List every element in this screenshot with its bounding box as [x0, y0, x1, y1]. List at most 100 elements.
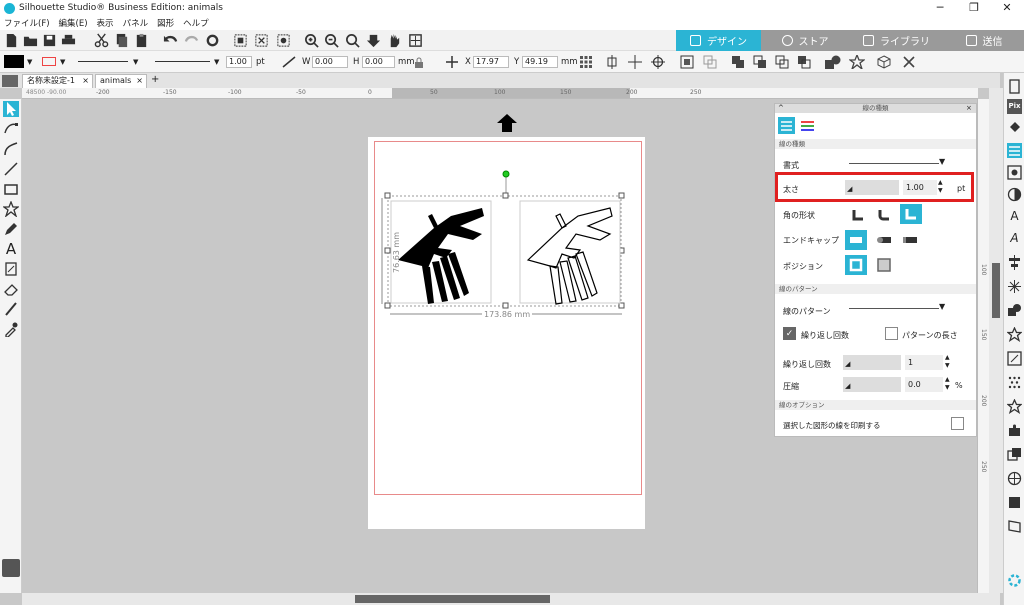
scroll-thumb[interactable]: [355, 595, 550, 603]
chevron-down-icon[interactable]: ▼: [214, 58, 219, 66]
corner-miter-icon[interactable]: [847, 205, 869, 225]
select-icon[interactable]: [276, 33, 291, 48]
y-input[interactable]: 49.19: [522, 56, 558, 68]
library-panel-icon[interactable]: [1007, 519, 1022, 534]
tab-send[interactable]: 送信: [944, 30, 1024, 51]
import-icon[interactable]: [2, 559, 20, 577]
copy-icon[interactable]: [114, 33, 129, 48]
ungroup-icon[interactable]: [703, 55, 717, 69]
vertical-scrollbar[interactable]: [989, 88, 1003, 593]
sketch-tool-icon[interactable]: [3, 261, 19, 277]
chevron-down-icon[interactable]: ▼: [133, 58, 138, 66]
weld-icon[interactable]: [731, 55, 745, 69]
refresh-icon[interactable]: [205, 33, 220, 48]
transform-icon[interactable]: [1007, 351, 1022, 366]
line-width-preview[interactable]: [155, 61, 210, 62]
cut-icon[interactable]: [94, 33, 109, 48]
close-panel-icon[interactable]: ×: [966, 104, 972, 113]
spinner-icon[interactable]: ▲ ▼: [945, 376, 950, 392]
chevron-down-icon[interactable]: ▼: [939, 302, 945, 311]
menu-help[interactable]: ヘルプ: [183, 17, 209, 29]
knife-tool-icon[interactable]: [3, 301, 19, 317]
pen-tool-icon[interactable]: [3, 221, 19, 237]
eraser-tool-icon[interactable]: [3, 281, 19, 297]
zoom-out-icon[interactable]: [324, 33, 339, 48]
fill-icon[interactable]: [1007, 121, 1022, 136]
eyedropper-tool-icon[interactable]: [3, 321, 19, 338]
3d-box-icon[interactable]: [876, 55, 892, 69]
close-tab-icon[interactable]: ×: [82, 75, 89, 87]
cap-round-icon[interactable]: [873, 230, 895, 250]
tab-design[interactable]: デザイン: [676, 30, 761, 51]
emboss-icon[interactable]: [1007, 495, 1022, 510]
cap-butt-icon[interactable]: [845, 230, 867, 250]
compress-input[interactable]: 0.0: [905, 377, 943, 392]
selection-box[interactable]: 76.63 mm 173.86 mm: [378, 168, 630, 328]
delete-icon[interactable]: [902, 55, 916, 69]
collapse-icon[interactable]: ^: [778, 104, 784, 113]
add-tab-icon[interactable]: +: [151, 74, 159, 85]
close-tab-icon[interactable]: ×: [136, 75, 143, 87]
dots-icon[interactable]: [1007, 375, 1022, 390]
line-style-icon[interactable]: [1007, 143, 1022, 158]
corner-round-icon[interactable]: [873, 205, 895, 225]
move-down-icon[interactable]: [366, 33, 381, 48]
line-width-input[interactable]: 1.00: [226, 56, 252, 68]
color-line-tab-icon[interactable]: [800, 118, 815, 133]
layers-icon[interactable]: [1007, 447, 1022, 462]
crosshair-icon[interactable]: [651, 55, 665, 69]
doc-tab-animals[interactable]: animals ×: [95, 74, 147, 88]
puzzle-icon[interactable]: [1007, 423, 1022, 438]
chevron-down-icon[interactable]: ▼: [60, 58, 65, 66]
hand-icon[interactable]: [387, 33, 402, 48]
paste-icon[interactable]: [134, 33, 149, 48]
close-icon[interactable]: ✕: [990, 0, 1024, 16]
undo-icon[interactable]: [163, 33, 178, 48]
intersect-icon[interactable]: [775, 55, 789, 69]
doc-tab-untitled[interactable]: 名称未設定-1 ×: [22, 74, 93, 88]
position-center-icon[interactable]: [845, 255, 867, 275]
compress-slider[interactable]: ◢: [843, 377, 901, 392]
lock-icon[interactable]: [414, 57, 424, 68]
style-preview[interactable]: [849, 163, 939, 164]
minimize-icon[interactable]: ─: [923, 0, 957, 16]
text-style-icon[interactable]: A: [1007, 209, 1022, 224]
menu-edit[interactable]: 編集(E): [59, 17, 88, 29]
zoom-area-icon[interactable]: [345, 33, 360, 48]
tab-store[interactable]: ストア: [761, 30, 849, 51]
restore-icon[interactable]: ❐: [957, 0, 991, 16]
align-icon[interactable]: [605, 55, 619, 69]
center-icon[interactable]: [628, 55, 642, 69]
fill-color-swatch[interactable]: [4, 55, 24, 68]
repeat-slider[interactable]: ◢: [843, 355, 901, 370]
fit-page-icon[interactable]: [408, 33, 423, 48]
text-tool-icon[interactable]: A: [3, 241, 19, 257]
pointer-tool-icon[interactable]: [3, 101, 19, 117]
redo-icon[interactable]: [184, 33, 199, 48]
print-icon[interactable]: [61, 33, 76, 48]
zoom-in-icon[interactable]: [304, 33, 319, 48]
grid-icon[interactable]: [580, 56, 592, 68]
line-style-tab-icon[interactable]: [778, 117, 795, 134]
corner-bevel-icon[interactable]: [900, 204, 922, 224]
pattern-length-checkbox[interactable]: [885, 327, 898, 340]
settings-gear-icon[interactable]: [1007, 573, 1022, 588]
shapes-icon[interactable]: [825, 55, 841, 69]
exclude-icon[interactable]: [797, 55, 811, 69]
line-style-preview[interactable]: [78, 61, 128, 62]
tab-library[interactable]: ライブラリ: [849, 30, 944, 51]
subtract-icon[interactable]: [753, 55, 767, 69]
trace-icon[interactable]: [1007, 165, 1022, 180]
cap-square-icon[interactable]: [899, 230, 921, 250]
star-outline-icon[interactable]: [1006, 398, 1023, 415]
menu-shape[interactable]: 図形: [157, 17, 174, 29]
width-input[interactable]: 0.00: [312, 56, 348, 68]
pattern-preview[interactable]: [849, 308, 939, 309]
pix-icon[interactable]: Pix: [1007, 99, 1022, 114]
curve-tool-icon[interactable]: [3, 141, 19, 157]
replicate-icon[interactable]: [1007, 279, 1022, 294]
line-tool-icon[interactable]: [282, 56, 296, 68]
flower-icon[interactable]: [848, 53, 866, 71]
repeat-input[interactable]: 1: [905, 355, 943, 370]
page-setup-icon[interactable]: [1007, 79, 1022, 94]
